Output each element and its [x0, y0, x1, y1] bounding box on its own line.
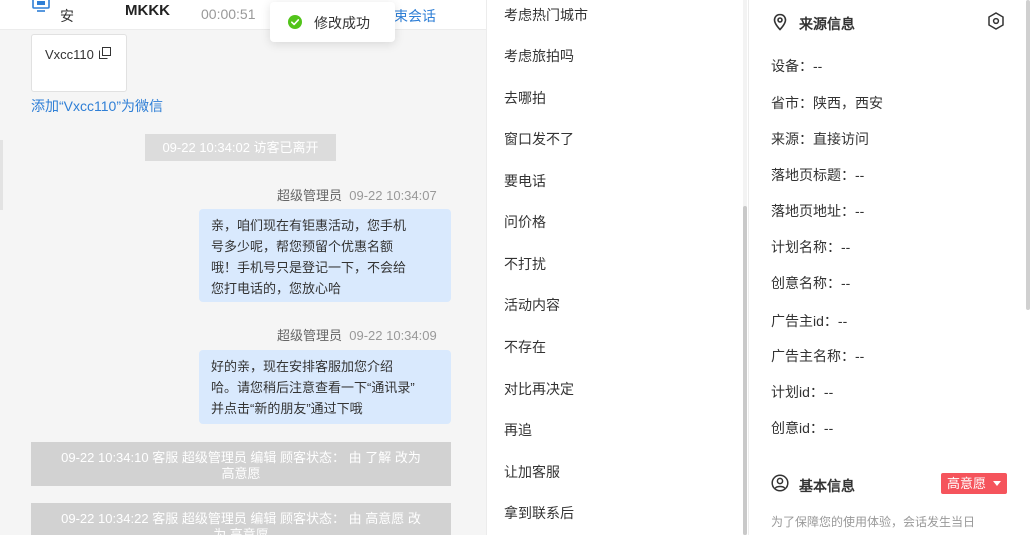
- quick-reply-item[interactable]: 考虑热门城市: [504, 5, 588, 25]
- message-line: 亲，咱们现在有钜惠活动，您手机: [211, 218, 407, 233]
- status-log-line: 为 高意愿: [213, 527, 269, 535]
- caret-down-icon: [993, 481, 1001, 486]
- quick-reply-scrollbar-thumb[interactable]: [743, 206, 747, 535]
- quick-reply-item[interactable]: 不存在: [504, 337, 546, 357]
- quick-reply-item[interactable]: 拿到联系后: [504, 503, 574, 523]
- source-row-device: 设备：--: [771, 58, 823, 74]
- user-circle-icon: [771, 474, 789, 492]
- source-row-plan-id: 计划id：--: [771, 384, 834, 400]
- source-row-plan-name: 计划名称：--: [771, 239, 851, 255]
- intent-status-dropdown[interactable]: 高意愿: [941, 473, 1007, 494]
- copy-icon[interactable]: [99, 47, 111, 59]
- message-time: 09-22 10:34:09: [349, 328, 437, 343]
- source-row-landing-title: 落地页标题：--: [771, 167, 865, 183]
- message-time: 09-22 10:34:07: [349, 188, 437, 203]
- source-row-source: 来源：直接访问: [771, 131, 869, 147]
- basic-info-note: 为了保障您的使用体验，会话发生当日: [771, 515, 976, 529]
- monitor-icon: [32, 0, 50, 12]
- quick-reply-item[interactable]: 不打扰: [504, 254, 546, 274]
- session-timer: 00:00:51: [201, 6, 256, 22]
- quick-reply-panel: 考虑热门城市 考虑旅拍吗 去哪拍 窗口发不了 要电话 问价格 不打扰 活动内容 …: [486, 0, 748, 535]
- visitor-name: 安: [60, 8, 74, 24]
- toast-message: 修改成功: [314, 15, 370, 31]
- location-pin-icon: [773, 13, 787, 31]
- quick-reply-item[interactable]: 考虑旅拍吗: [504, 46, 574, 66]
- source-row-advertiser-id: 广告主id：--: [771, 313, 848, 329]
- message-line: 号多少呢，帮您预留个优惠名额: [211, 239, 394, 254]
- source-row-region: 省市：陕西，西安: [771, 95, 883, 111]
- message-bubble: 好的亲，现在安排客服加您介绍 哈。请您稍后注意查看一下“通讯录” 并点击“新的朋…: [199, 350, 451, 424]
- intent-status-label: 高意愿: [947, 476, 987, 491]
- message-sender: 超级管理员: [277, 328, 343, 343]
- wechat-id: Vxcc110: [45, 47, 94, 62]
- source-row-creative-id: 创意id：--: [771, 420, 834, 436]
- quick-reply-item[interactable]: 对比再决定: [504, 379, 574, 399]
- message-line: 并点击“新的朋友”通过下哦: [211, 401, 363, 416]
- source-info-title: 来源信息: [799, 16, 855, 32]
- quick-reply-item[interactable]: 问价格: [504, 212, 546, 232]
- message-line: 您打电话的，您放心哈: [211, 281, 342, 296]
- info-panel: 来源信息 设备：-- 省市：陕西，西安 来源：直接访问 落地页标题：-- 落地页…: [748, 0, 1032, 535]
- system-notice: 09-22 10:34:02 访客已离开: [145, 134, 336, 161]
- success-toast: 修改成功: [270, 2, 395, 42]
- chat-header: 安 MKKK 00:00:51 结束会话: [0, 0, 486, 30]
- quick-reply-item[interactable]: 要电话: [504, 171, 546, 191]
- basic-info-title: 基本信息: [799, 478, 855, 494]
- chat-edge-tab: [0, 140, 3, 210]
- agent-name: MKKK: [125, 2, 170, 19]
- quick-reply-item[interactable]: 去哪拍: [504, 88, 546, 108]
- check-circle-icon: [288, 15, 302, 29]
- status-log: 09-22 10:34:22 客服 超级管理员 编辑 顾客状态： 由 高意愿 改…: [31, 503, 451, 535]
- source-row-advertiser-name: 广告主名称：--: [771, 348, 865, 364]
- message-bubble: 亲，咱们现在有钜惠活动，您手机 号多少呢，帮您预留个优惠名额 哦！手机号只是登记…: [199, 209, 451, 302]
- quick-reply-item[interactable]: 让加客服: [504, 462, 560, 482]
- add-wechat-link[interactable]: 添加“Vxcc110”为微信: [31, 96, 163, 116]
- status-log-line: 高意愿: [221, 466, 261, 481]
- message-sender: 超级管理员: [277, 188, 343, 203]
- hexagon-settings-icon[interactable]: [987, 12, 1005, 30]
- quick-reply-item[interactable]: 活动内容: [504, 295, 560, 315]
- message-line: 好的亲，现在安排客服加您介绍: [211, 359, 394, 374]
- quick-reply-item[interactable]: 再追: [504, 420, 532, 440]
- message-line: 哈。请您稍后注意查看一下“通讯录”: [211, 380, 415, 395]
- status-log-line: 09-22 10:34:22 客服 超级管理员 编辑 顾客状态： 由 高意愿 改: [61, 511, 421, 526]
- message-meta: 超级管理员 09-22 10:34:09: [277, 325, 437, 344]
- message-line: 哦！手机号只是登记一下，不会给: [211, 260, 407, 275]
- source-row-creative-name: 创意名称：--: [771, 275, 851, 291]
- chat-panel: 安 MKKK 00:00:51 结束会话 修改成功 Vxcc110 添加“Vxc…: [0, 0, 486, 535]
- message-meta: 超级管理员 09-22 10:34:07: [277, 185, 437, 204]
- status-log-line: 09-22 10:34:10 客服 超级管理员 编辑 顾客状态： 由 了解 改为: [61, 450, 421, 465]
- wechat-card: Vxcc110: [31, 34, 127, 92]
- source-row-landing-url: 落地页地址：--: [771, 203, 865, 219]
- quick-reply-item[interactable]: 窗口发不了: [504, 129, 574, 149]
- info-scrollbar-thumb[interactable]: [1026, 0, 1030, 310]
- status-log: 09-22 10:34:10 客服 超级管理员 编辑 顾客状态： 由 了解 改为…: [31, 442, 451, 486]
